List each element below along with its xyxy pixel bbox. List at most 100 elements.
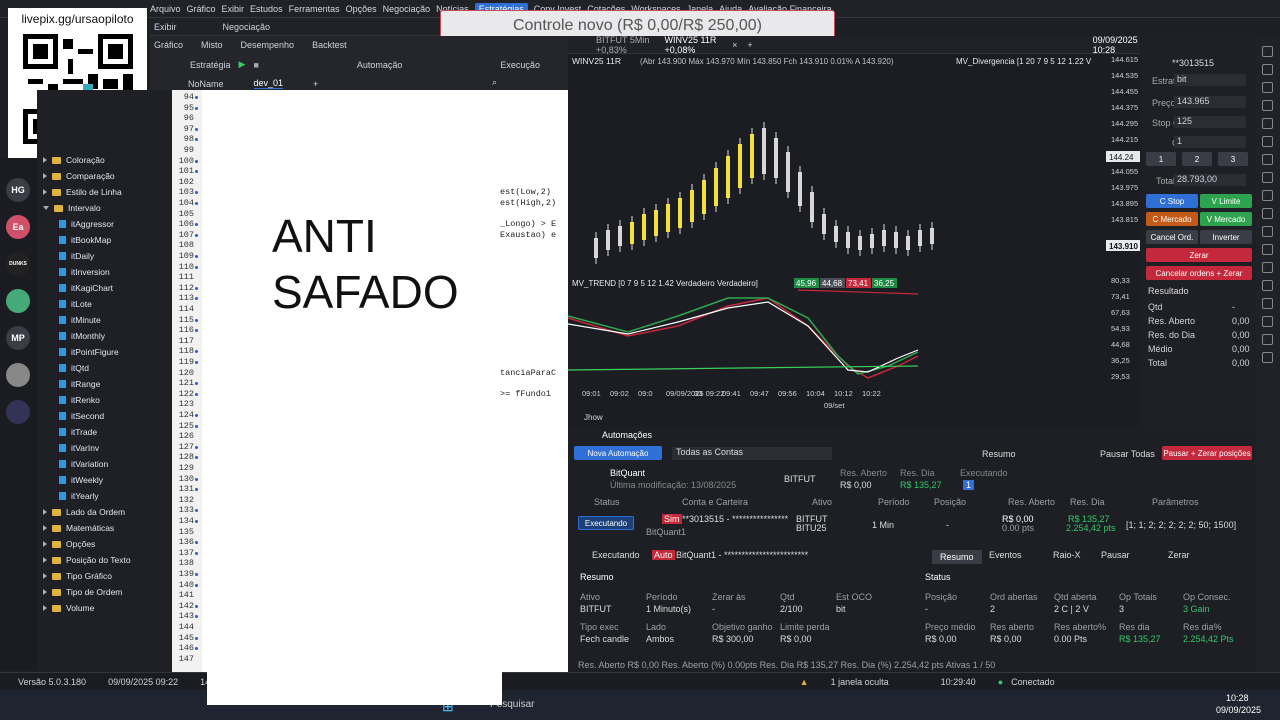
tree-item[interactable]: itInversion	[59, 264, 110, 280]
tab-dev[interactable]: dev_01	[253, 78, 284, 89]
cstop-button[interactable]: C Stop	[1146, 194, 1198, 208]
qty-preset-button[interactable]: 2	[1182, 152, 1212, 166]
avatar[interactable]	[6, 400, 30, 424]
expand-icon[interactable]	[43, 173, 47, 179]
qtd-input[interactable]: 1	[1174, 136, 1246, 148]
negociacao-menu[interactable]: Negociação	[223, 22, 271, 32]
cancel-button[interactable]: Cancel Ord.	[1146, 230, 1198, 244]
tree-item[interactable]: itRenko	[59, 392, 100, 408]
tree-item[interactable]: itKagiChart	[59, 280, 113, 296]
menu-4[interactable]: Ferramentas	[289, 4, 340, 14]
tool-icon[interactable]	[1262, 298, 1273, 309]
tree-item[interactable]: itMonthly	[59, 328, 105, 344]
avatar[interactable]	[6, 363, 30, 387]
tree-item[interactable]: itDaily	[59, 248, 94, 264]
expand-icon[interactable]	[43, 589, 47, 595]
tool-icon[interactable]	[1262, 100, 1273, 111]
tree-folder[interactable]: Volume	[43, 600, 94, 616]
tree-item[interactable]: itAggressor	[59, 216, 114, 232]
hidden-windows[interactable]: 1 janela oculta	[831, 677, 889, 687]
status-executando[interactable]: Executando	[578, 516, 634, 530]
tree-item[interactable]: itYearly	[59, 488, 99, 504]
avatar[interactable]: HG	[6, 178, 30, 202]
tab-winv[interactable]: WINV25 11R +0,08%	[665, 35, 723, 55]
menu-3[interactable]: Estudos	[250, 4, 283, 14]
tool-icon[interactable]	[1262, 190, 1273, 201]
avatar[interactable]: DUNKS	[6, 252, 30, 276]
tree-item[interactable]: itBookMap	[59, 232, 111, 248]
contas-select[interactable]: Todas as Contas	[672, 447, 832, 460]
nova-automacao-button[interactable]: Nova Automação	[574, 446, 662, 460]
avatar[interactable]	[6, 289, 30, 313]
cmercado-button[interactable]: C Mercado	[1146, 212, 1198, 226]
tab-desempenho[interactable]: Desempenho	[241, 40, 295, 50]
stop-icon[interactable]: ■	[253, 60, 258, 70]
tool-icon[interactable]	[1262, 316, 1273, 327]
tool-icon[interactable]	[1262, 118, 1273, 129]
add-tab-icon[interactable]: +	[313, 79, 318, 89]
tool-icon[interactable]	[1262, 334, 1273, 345]
tree-folder[interactable]: Comparação	[43, 168, 115, 184]
collapse-icon[interactable]	[43, 206, 49, 210]
tree-item[interactable]: itMinute	[59, 312, 101, 328]
stop-input[interactable]: 125	[1174, 116, 1246, 128]
tab-grafico[interactable]: Gráfico	[154, 40, 183, 50]
tree-item[interactable]: itVariation	[59, 456, 108, 472]
estrategia-button[interactable]: Estratégia	[190, 60, 231, 70]
expand-icon[interactable]	[43, 573, 47, 579]
tool-icon[interactable]	[1262, 46, 1273, 57]
tool-icon[interactable]	[1262, 82, 1273, 93]
tree-folder[interactable]: Posição do Texto	[43, 552, 131, 568]
tool-icon[interactable]	[1262, 64, 1273, 75]
code-editor[interactable]: 94 95 96 97 98 99 100 101 102 103 104 105 106 107 108 1…	[172, 90, 568, 672]
tab-backtest[interactable]: Backtest	[312, 40, 347, 50]
chart-panel[interactable]: WINV25 11R (Abr 143.900 Máx 143.970 Mín 1…	[567, 36, 1140, 426]
expand-icon[interactable]	[43, 541, 47, 547]
tree-folder[interactable]: Opções	[43, 536, 95, 552]
estrat-select[interactable]: bit	[1174, 74, 1246, 86]
avatar[interactable]: Ea	[6, 215, 30, 239]
tree-item[interactable]: itLote	[59, 296, 92, 312]
tool-icon[interactable]	[1262, 244, 1273, 255]
automacao-button[interactable]: Automação	[357, 60, 403, 70]
menu-6[interactable]: Negociação	[383, 4, 431, 14]
execucao-button[interactable]: Execução	[500, 60, 540, 70]
tree-item[interactable]: itVarInv	[59, 440, 99, 456]
tree-folder[interactable]: Tipo Gráfico	[43, 568, 112, 584]
vmercado-button[interactable]: V Mercado	[1200, 212, 1252, 226]
qty-preset-button[interactable]: 1	[1146, 152, 1176, 166]
pausar-zerar-button[interactable]: Pausar + Zerar posições	[1162, 446, 1252, 460]
expand-icon[interactable]	[43, 605, 47, 611]
expand-icon[interactable]	[43, 525, 47, 531]
tab-noname[interactable]: NoName	[188, 79, 224, 89]
qty-preset-button[interactable]: 3	[1218, 152, 1248, 166]
tree-folder[interactable]: Tipo de Ordem	[43, 584, 122, 600]
tree-item[interactable]: itTrade	[59, 424, 97, 440]
menu-5[interactable]: Opções	[346, 4, 377, 14]
menu-1[interactable]: Gráfico	[187, 4, 216, 14]
expand-icon[interactable]	[43, 157, 47, 163]
avatar[interactable]: MP	[6, 326, 30, 350]
tree-folder[interactable]: Estilo de Linha	[43, 184, 122, 200]
expand-icon[interactable]	[43, 189, 47, 195]
tool-icon[interactable]	[1262, 352, 1273, 363]
tree-item[interactable]: itPointFigure	[59, 344, 119, 360]
tree-item[interactable]: itSecond	[59, 408, 104, 424]
vlimite-button[interactable]: V Limite	[1200, 194, 1252, 208]
cancel-zerar-button[interactable]: Cancelar ordens + Zerar	[1146, 266, 1252, 280]
play-icon[interactable]: ▶	[239, 59, 246, 70]
exibir-menu[interactable]: Exibir	[154, 22, 177, 32]
tool-icon[interactable]	[1262, 154, 1273, 165]
tree-item[interactable]: itWeekly	[59, 472, 103, 488]
tool-icon[interactable]	[1262, 136, 1273, 147]
menu-2[interactable]: Exibir	[222, 4, 245, 14]
tree-item[interactable]: itRange	[59, 376, 100, 392]
tree-folder[interactable]: Coloração	[43, 152, 105, 168]
tree-folder-intervalo[interactable]: Intervalo	[43, 200, 101, 216]
tab-bitfut[interactable]: BITFUT 5Min +0,83%	[596, 35, 655, 55]
add-chart-icon[interactable]: +	[747, 40, 752, 50]
tool-icon[interactable]	[1262, 226, 1273, 237]
expand-icon[interactable]	[43, 557, 47, 563]
tool-icon[interactable]	[1262, 262, 1273, 273]
tree-item[interactable]: itQtd	[59, 360, 89, 376]
